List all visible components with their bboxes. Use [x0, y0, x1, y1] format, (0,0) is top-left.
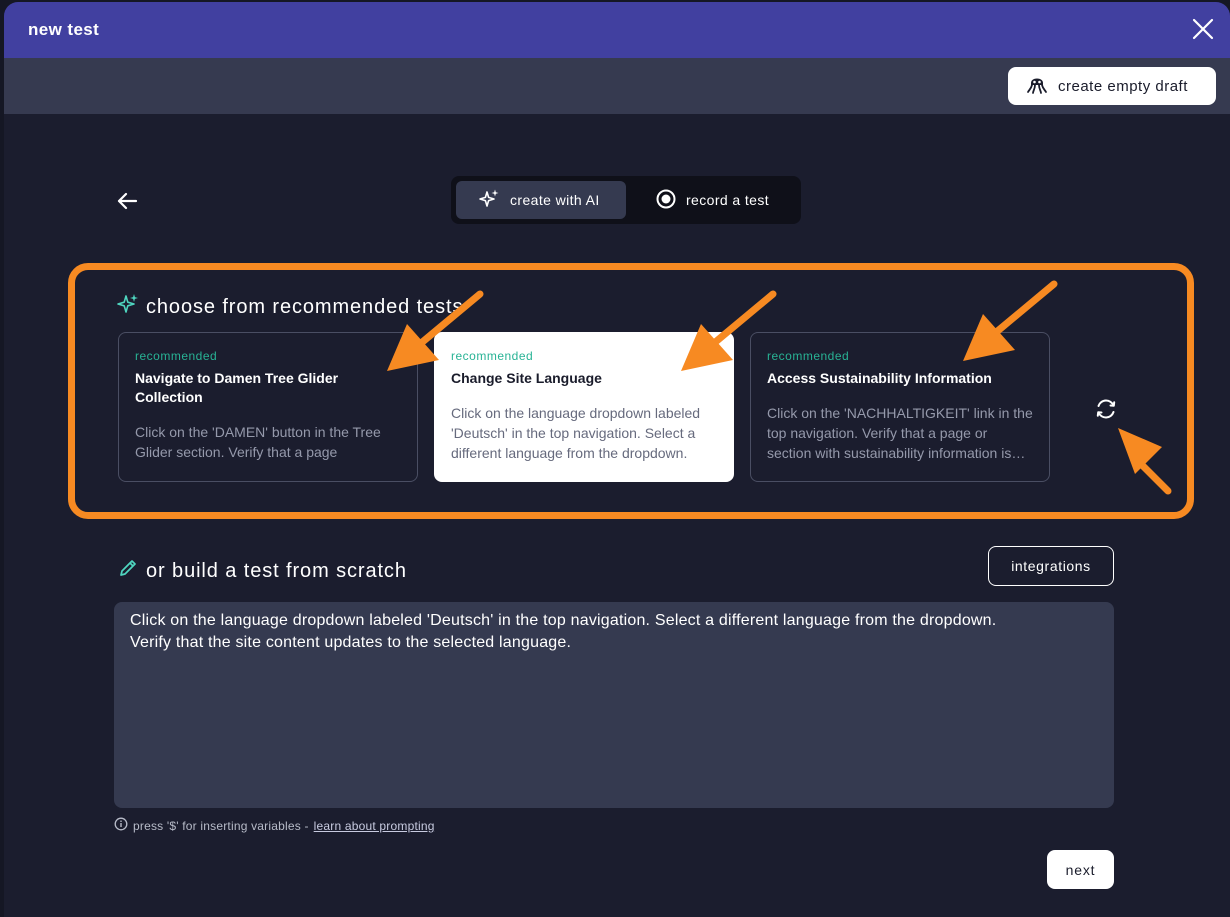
learn-about-prompting-link[interactable]: learn about prompting	[314, 819, 435, 833]
back-arrow-icon[interactable]	[114, 188, 140, 214]
test-prompt-textarea[interactable]: Click on the language dropdown labeled '…	[114, 602, 1114, 808]
recommended-test-card[interactable]: recommended Access Sustainability Inform…	[750, 332, 1050, 482]
create-empty-draft-button[interactable]: create empty draft	[1008, 67, 1216, 105]
sparkle-icon	[478, 188, 500, 213]
card-title: Access Sustainability Information	[767, 370, 992, 386]
card-description: Click on the language dropdown labeled '…	[451, 405, 701, 461]
card-description: Click on the 'DAMEN' button in the Tree …	[135, 424, 381, 460]
modal-toolbar: create empty draft	[4, 58, 1230, 114]
record-icon	[656, 189, 676, 212]
tab-create-with-ai[interactable]: create with AI	[456, 181, 626, 219]
card-title: Change Site Language	[451, 370, 602, 386]
recommended-badge: recommended	[451, 349, 534, 363]
integrations-button[interactable]: integrations	[988, 546, 1114, 586]
card-description: Click on the 'NACHHALTIGKEIT' link in th…	[767, 405, 1033, 461]
card-title: Navigate to Damen Tree Glider Collection	[135, 370, 339, 405]
next-button[interactable]: next	[1047, 850, 1114, 889]
modal-title: new test	[28, 20, 100, 39]
create-empty-draft-label: create empty draft	[1058, 77, 1188, 95]
recommended-test-card-selected[interactable]: recommended Change Site Language Click o…	[434, 332, 734, 482]
recommended-badge: recommended	[767, 349, 850, 363]
octopus-icon	[1026, 73, 1048, 99]
hint-text: press '$' for inserting variables -	[133, 818, 309, 833]
info-icon	[114, 817, 128, 834]
pencil-icon	[116, 556, 140, 586]
sparkle-icon	[116, 292, 140, 322]
modal-titlebar: new test	[4, 2, 1230, 58]
tab-create-with-ai-label: create with AI	[510, 192, 600, 208]
scratch-title-text: or build a test from scratch	[146, 559, 407, 582]
tab-record-a-test[interactable]: record a test	[626, 181, 769, 219]
recommended-badge: recommended	[135, 349, 218, 363]
recommended-test-card[interactable]: recommended Navigate to Damen Tree Glide…	[118, 332, 418, 482]
tab-record-a-test-label: record a test	[686, 192, 770, 208]
scratch-section-title: or build a test from scratch	[116, 556, 407, 586]
recommended-title-text: choose from recommended tests	[146, 295, 464, 318]
recommended-section-title: choose from recommended tests	[116, 292, 463, 322]
mode-toggle: create with AI record a test	[451, 176, 801, 224]
refresh-icon[interactable]	[1092, 395, 1120, 423]
prompt-hint: press '$' for inserting variables - lear…	[114, 817, 435, 834]
close-icon[interactable]	[1190, 16, 1216, 42]
